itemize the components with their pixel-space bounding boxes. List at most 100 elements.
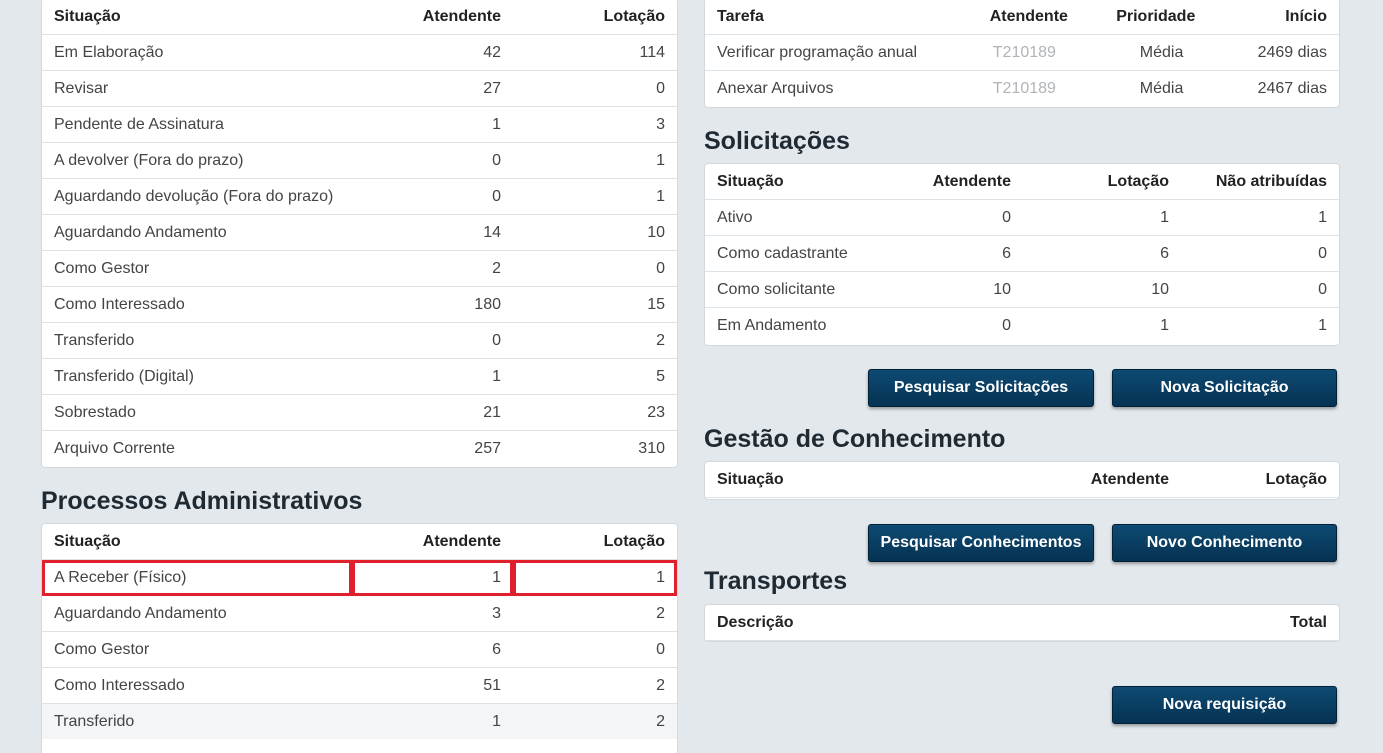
cell-atendente[interactable]: 1	[394, 358, 513, 395]
cell-situacao[interactable]: A devolver (Fora do prazo)	[42, 142, 395, 179]
cell-tarefa[interactable]: Anexar Arquivos	[705, 71, 929, 107]
cell-nao-atribuidas[interactable]: 1	[1181, 308, 1339, 344]
cell-lotacao[interactable]: 310	[513, 431, 677, 467]
cell-lotacao[interactable]: 1	[513, 178, 677, 215]
nova-solicitacao-button[interactable]: Nova Solicitação	[1112, 369, 1337, 407]
cell-lotacao[interactable]: 0	[513, 250, 677, 287]
nova-requisicao-button[interactable]: Nova requisição	[1112, 686, 1337, 724]
cell-lotacao[interactable]: 0	[513, 631, 677, 668]
cell-lotacao[interactable]: 2	[513, 322, 677, 359]
cell-atendente[interactable]: 0	[394, 322, 513, 359]
table-row[interactable]: A devolver (Fora do prazo) 0 1	[42, 142, 677, 179]
table-row[interactable]: Revisar 27 0	[42, 70, 677, 107]
table-row[interactable]: Em Elaboração 42 114	[42, 34, 677, 71]
table-row[interactable]: Transferido 0 2	[42, 322, 677, 359]
cell-situacao[interactable]: Ativo	[705, 199, 869, 236]
cell-atendente[interactable]: 0	[394, 142, 513, 179]
cell-atendente[interactable]: 6	[869, 235, 1023, 272]
documentos-table: Situação Atendente Lotação Em Elaboração…	[42, 0, 677, 466]
pesquisar-solicitacoes-button[interactable]: Pesquisar Solicitações	[868, 369, 1094, 407]
cell-lotacao[interactable]: 1	[513, 142, 677, 179]
cell-atendente[interactable]: 1	[351, 703, 513, 739]
table-row[interactable]: Como Gestor 2 0	[42, 250, 677, 287]
cell-situacao[interactable]: Sobrestado	[42, 394, 395, 431]
cell-tarefa[interactable]: Verificar programação anual	[705, 34, 930, 71]
cell-situacao[interactable]: Transferido	[42, 703, 352, 739]
table-row[interactable]: Transferido 1 2	[42, 703, 677, 739]
table-row[interactable]: Transferido (Digital) 1 5	[42, 358, 677, 395]
cell-situacao[interactable]: Como cadastrante	[705, 235, 869, 272]
cell-lotacao[interactable]: 10	[1023, 271, 1181, 308]
cell-atendente[interactable]: 0	[869, 308, 1023, 344]
cell-situacao[interactable]: Transferido	[42, 322, 395, 359]
table-row-highlighted[interactable]: A Receber (Físico) 1 1	[42, 559, 677, 596]
novo-conhecimento-button[interactable]: Novo Conhecimento	[1112, 524, 1337, 562]
cell-lotacao[interactable]: 15	[513, 286, 677, 323]
cell-lotacao[interactable]: 1	[513, 559, 677, 596]
table-row[interactable]: Como Gestor 6 0	[42, 631, 677, 668]
cell-atendente[interactable]: 51	[351, 667, 513, 704]
cell-situacao[interactable]: Aguardando Andamento	[42, 214, 395, 251]
cell-atendente[interactable]: 1	[394, 106, 513, 143]
cell-lotacao[interactable]: 23	[513, 394, 677, 431]
table-row[interactable]: Pendente de Assinatura 1 3	[42, 106, 677, 143]
cell-lotacao[interactable]: 10	[513, 214, 677, 251]
cell-atendente[interactable]: 6	[351, 631, 513, 668]
table-row[interactable]: Verificar programação anual T210189 Média 2…	[705, 34, 1339, 71]
table-row[interactable]: Sobrestado 21 23	[42, 394, 677, 431]
cell-atendente[interactable]: 0	[869, 199, 1023, 236]
table-row[interactable]: Aguardando Andamento 3 2	[42, 595, 677, 632]
cell-atendente[interactable]: 0	[394, 178, 513, 215]
cell-situacao[interactable]: Aguardando devolução (Fora do prazo)	[42, 178, 395, 215]
cell-lotacao[interactable]: 114	[513, 34, 677, 71]
cell-situacao[interactable]: Arquivo Corrente	[42, 431, 394, 467]
cell-lotacao[interactable]: 2	[513, 667, 677, 704]
cell-atendente[interactable]: 2	[394, 250, 513, 287]
cell-situacao[interactable]: Como Interessado	[42, 286, 395, 323]
cell-situacao[interactable]: Pendente de Assinatura	[42, 106, 395, 143]
table-row[interactable]: Como Interessado 51 2	[42, 667, 677, 704]
cell-atendente[interactable]: 10	[869, 271, 1023, 308]
cell-atendente[interactable]: 3	[351, 595, 513, 632]
table-row[interactable]: Como solicitante 10 10 0	[705, 271, 1339, 308]
cell-atendente[interactable]: 21	[394, 394, 513, 431]
cell-nao-atribuidas[interactable]: 0	[1181, 271, 1339, 308]
cell-lotacao[interactable]: 2	[513, 703, 677, 739]
cell-situacao[interactable]: Como Gestor	[42, 250, 395, 287]
cell-situacao[interactable]: Aguardando Andamento	[42, 595, 352, 632]
cell-nao-atribuidas[interactable]: 1	[1181, 199, 1339, 236]
table-row[interactable]: Ativo 0 1 1	[705, 199, 1339, 236]
table-row[interactable]: Aguardando Andamento 14 10	[42, 214, 677, 251]
cell-situacao[interactable]: Transferido (Digital)	[42, 358, 395, 395]
cell-lotacao[interactable]: 0	[513, 70, 677, 107]
cell-situacao[interactable]: A Receber (Físico)	[42, 559, 352, 596]
cell-atendente[interactable]: 257	[394, 431, 513, 467]
cell-nao-atribuidas[interactable]: 0	[1181, 235, 1339, 272]
cell-atendente[interactable]: 180	[394, 286, 513, 323]
transportes-table: Descrição Total	[705, 605, 1339, 641]
table-row[interactable]: Como cadastrante 6 6 0	[705, 235, 1339, 272]
cell-atendente[interactable]: 42	[394, 34, 513, 71]
table-row[interactable]: Anexar Arquivos T210189 Média 2467 dias	[705, 71, 1339, 107]
cell-inicio: 2469 dias	[1207, 34, 1339, 71]
cell-lotacao[interactable]: 1	[1023, 308, 1181, 344]
cell-situacao[interactable]: Em Elaboração	[42, 34, 395, 71]
cell-lotacao[interactable]: 1	[1023, 199, 1181, 236]
table-row[interactable]: Arquivo Corrente 257 310	[42, 431, 677, 467]
cell-atendente[interactable]: 14	[394, 214, 513, 251]
cell-situacao[interactable]: Como solicitante	[705, 271, 869, 308]
pesquisar-conhecimentos-button[interactable]: Pesquisar Conhecimentos	[868, 524, 1094, 562]
cell-situacao[interactable]: Como Gestor	[42, 631, 352, 668]
cell-atendente[interactable]: 1	[351, 559, 513, 596]
cell-situacao[interactable]: Revisar	[42, 70, 395, 107]
cell-lotacao[interactable]: 2	[513, 595, 677, 632]
table-row[interactable]: Em Andamento 0 1 1	[705, 308, 1339, 344]
cell-situacao[interactable]: Como Interessado	[42, 667, 352, 704]
cell-atendente[interactable]: 27	[394, 70, 513, 107]
cell-lotacao[interactable]: 3	[513, 106, 677, 143]
cell-lotacao[interactable]: 5	[513, 358, 677, 395]
table-row[interactable]: Como Interessado 180 15	[42, 286, 677, 323]
cell-situacao[interactable]: Em Andamento	[705, 308, 869, 344]
table-row[interactable]: Aguardando devolução (Fora do prazo) 0 1	[42, 178, 677, 215]
cell-lotacao[interactable]: 6	[1023, 235, 1181, 272]
